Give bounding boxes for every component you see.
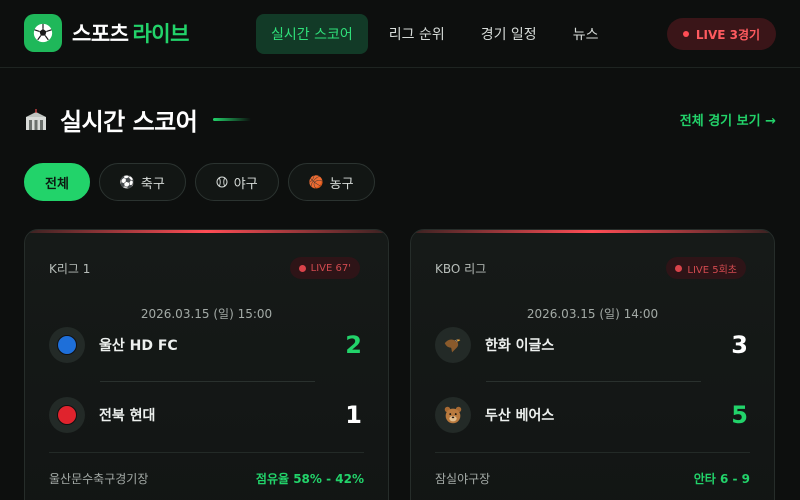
home-team-row: 울산 HD FC 2 — [49, 327, 366, 363]
filter-baseball[interactable]: 야구 — [194, 163, 279, 201]
brand-name-green: 라이브 — [132, 22, 189, 46]
page-title: 실시간 스코어 — [60, 108, 198, 136]
match-card-baseball[interactable]: KBO 리그 LIVE 5회초 2026.03.15 (일) 14:00 한화 … — [410, 229, 775, 500]
match-venue: 잠실야구장 — [435, 472, 491, 486]
away-team-score: 5 — [731, 401, 748, 429]
soccer-ball-icon[interactable] — [24, 14, 62, 52]
league-name: KBO 리그 — [435, 262, 487, 276]
away-team-row: 전북 현대 1 — [49, 397, 366, 433]
nav-match-schedule[interactable]: 경기 일정 — [466, 14, 552, 54]
filter-soccer[interactable]: ⚽ 축구 — [98, 163, 186, 201]
stadium-icon — [26, 108, 46, 130]
view-all-link[interactable]: 전체 경기 보기 → — [680, 110, 776, 129]
live-count-button[interactable]: LIVE 3경기 — [667, 18, 776, 50]
filter-all[interactable]: 전체 — [24, 163, 90, 201]
ulsan-emblem-icon — [49, 327, 85, 363]
home-team-row: 한화 이글스 3 — [435, 327, 752, 363]
brand-name-white: 스포츠 — [72, 22, 129, 46]
live-count-label: LIVE 3경기 — [695, 27, 761, 42]
live-dot-icon — [675, 264, 683, 272]
title-accent-line — [213, 118, 252, 121]
live-dot-icon — [682, 31, 689, 37]
baseball-icon — [216, 176, 228, 188]
home-team-name: 울산 HD FC — [99, 338, 178, 354]
card-footer-divider — [435, 452, 750, 453]
soccer-icon: ⚽ — [119, 175, 135, 189]
home-team-score: 2 — [345, 331, 362, 359]
brand-logo[interactable]: 스포츠 라이브 — [72, 18, 189, 48]
nav-live-score[interactable]: 실시간 스코어 — [256, 14, 368, 54]
match-card-soccer[interactable]: K리그 1 LIVE 67' 2026.03.15 (일) 15:00 울산 H… — [24, 229, 389, 500]
bear-icon — [435, 397, 471, 433]
team-divider — [100, 381, 315, 382]
basketball-icon: 🏀 — [308, 175, 324, 189]
home-team-name: 한화 이글스 — [485, 338, 555, 354]
jeonbuk-emblem-icon — [49, 397, 85, 433]
card-footer-divider — [49, 452, 364, 453]
eagle-icon — [435, 327, 471, 363]
away-team-name: 전북 현대 — [99, 408, 156, 424]
away-team-name: 두산 베어스 — [485, 408, 555, 424]
match-stat: 안타 6 - 9 — [693, 472, 750, 486]
section-header: 실시간 스코어 — [24, 102, 252, 137]
live-status-label: LIVE 67' — [310, 262, 351, 274]
live-status-badge: LIVE 5회초 — [666, 257, 746, 279]
filter-all-label: 전체 — [45, 176, 69, 192]
top-header: 스포츠 라이브 실시간 스코어 리그 순위 경기 일정 뉴스 LIVE 3경기 — [0, 0, 800, 68]
main-nav: 실시간 스코어 리그 순위 경기 일정 뉴스 — [256, 14, 613, 54]
nav-news[interactable]: 뉴스 — [558, 14, 614, 54]
match-venue: 울산문수축구경기장 — [49, 472, 149, 486]
filter-basketball-label: 농구 — [329, 176, 354, 192]
sport-filters: 전체 ⚽ 축구 야구 🏀 농구 — [24, 163, 375, 201]
team-divider — [486, 381, 701, 382]
match-datetime: 2026.03.15 (일) 14:00 — [526, 307, 659, 321]
away-team-row: 두산 베어스 5 — [435, 397, 752, 433]
nav-league-standings[interactable]: 리그 순위 — [374, 14, 460, 54]
away-team-score: 1 — [345, 401, 362, 429]
filter-soccer-label: 축구 — [140, 176, 165, 192]
live-status-badge: LIVE 67' — [289, 257, 360, 279]
match-stat: 점유율 58% - 42% — [255, 472, 364, 486]
filter-baseball-label: 야구 — [233, 176, 258, 192]
live-status-label: LIVE 5회초 — [687, 264, 737, 276]
match-datetime: 2026.03.15 (일) 15:00 — [140, 307, 273, 321]
home-team-score: 3 — [731, 331, 748, 359]
filter-basketball[interactable]: 🏀 농구 — [287, 163, 375, 201]
live-dot-icon — [298, 264, 306, 272]
league-name: K리그 1 — [49, 262, 91, 276]
